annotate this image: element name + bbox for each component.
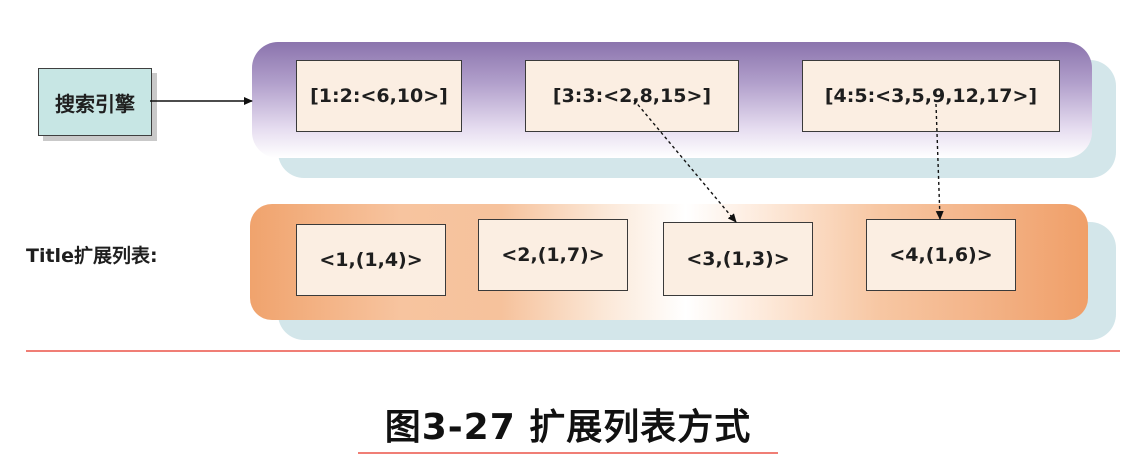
- figure-caption: 图3-27 扩展列表方式: [384, 407, 752, 448]
- inverted-index-diagram: 搜索引擎 [1:2:<6,10>] [3:3:<2,8,15>] [4:5:<3…: [0, 0, 1136, 462]
- divider-line: [26, 350, 1120, 352]
- connector-arrows: [150, 97, 944, 223]
- index-node-3-to-title-node-4-arrow: [935, 103, 944, 220]
- caption-underline: [358, 452, 778, 454]
- index-node-2-to-title-node-3-arrow: [633, 99, 737, 223]
